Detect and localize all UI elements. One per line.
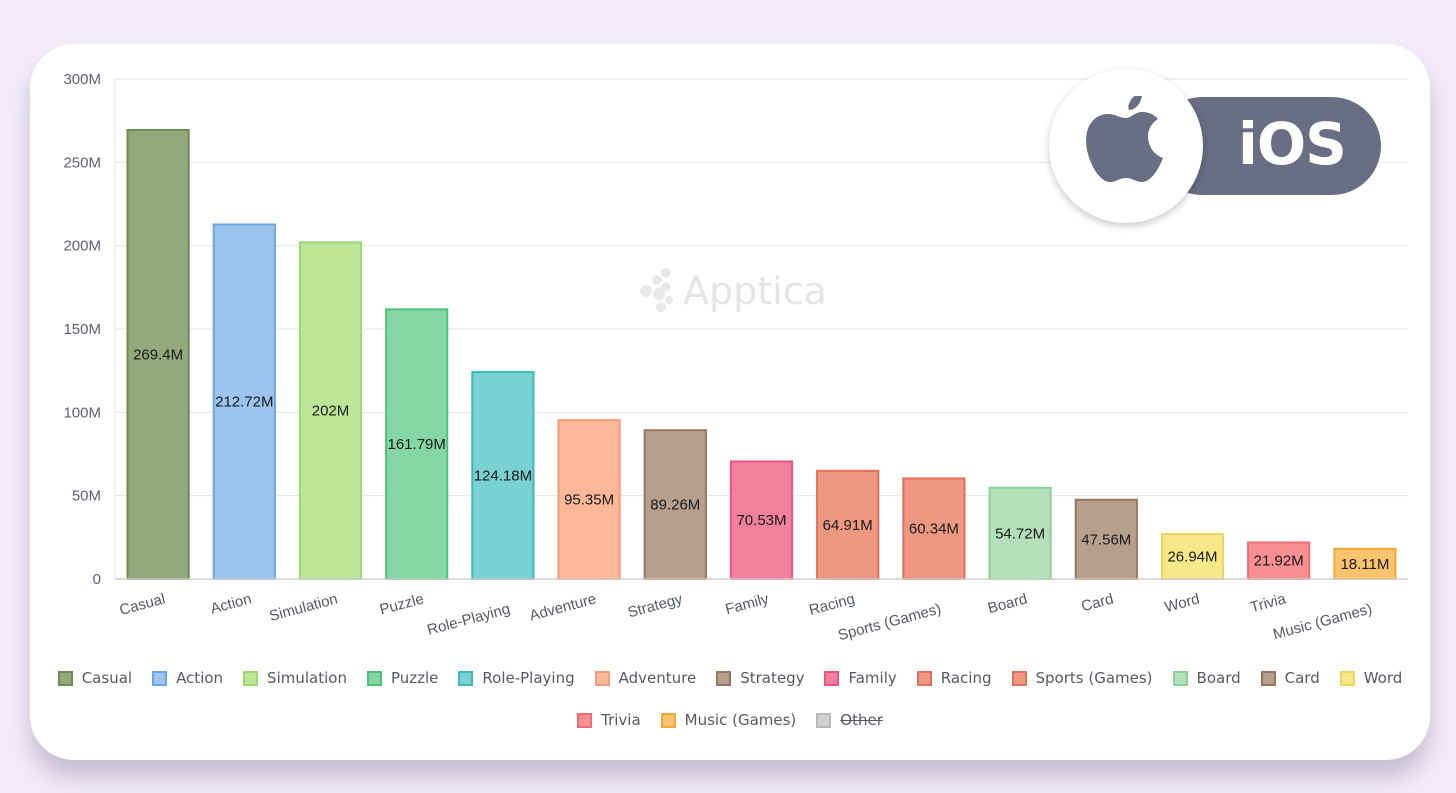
legend-item-family[interactable]: Family xyxy=(824,669,897,687)
apple-icon-circle xyxy=(1049,69,1203,223)
legend-row-1: Casual Action Simulation Puzzle Role-Playing… xyxy=(30,669,1430,687)
legend-label: Action xyxy=(176,669,224,687)
legend-swatch xyxy=(824,670,840,686)
legend-label: Adventure xyxy=(618,669,697,687)
legend-label: Other xyxy=(840,711,883,729)
legend-label: Puzzle xyxy=(390,669,439,687)
apptica-watermark: Apptica xyxy=(640,268,827,313)
x-tick-label: Word xyxy=(1163,590,1202,616)
bar-data-label: 47.56M xyxy=(1081,531,1131,548)
bar-data-label: 18.11M xyxy=(1340,556,1389,573)
legend-item-sports-games[interactable]: Sports (Games) xyxy=(1011,669,1153,687)
x-tick-label: Trivia xyxy=(1248,590,1288,616)
legend-swatch xyxy=(1011,670,1027,686)
bar-data-label: 70.53M xyxy=(736,512,786,529)
legend-label: Music (Games) xyxy=(684,711,797,729)
legend-label: Board xyxy=(1196,669,1241,687)
legend-swatch xyxy=(916,670,932,686)
legend-item-word[interactable]: Word xyxy=(1339,669,1403,687)
legend-label: Trivia xyxy=(601,711,641,729)
legend-label: Casual xyxy=(81,669,133,687)
platform-label: iOS xyxy=(1238,110,1347,178)
legend-swatch xyxy=(577,712,593,728)
legend-swatch xyxy=(1260,670,1276,686)
bar-data-label: 269.4M xyxy=(133,347,183,364)
apple-icon xyxy=(1086,96,1163,182)
x-tick-label: Adventure xyxy=(528,590,598,624)
x-tick-label: Casual xyxy=(118,590,168,619)
legend-swatch xyxy=(1172,670,1188,686)
legend-swatch xyxy=(816,712,832,728)
legend-item-adventure[interactable]: Adventure xyxy=(594,669,697,687)
legend-swatch xyxy=(660,712,676,728)
legend-label: Strategy xyxy=(740,669,805,687)
x-tick-label: Board xyxy=(986,590,1029,617)
legend-label: Family xyxy=(848,669,897,687)
legend-item-action[interactable]: Action xyxy=(152,669,223,687)
legend-label: Card xyxy=(1284,669,1320,687)
y-tick-label: 300M xyxy=(63,71,101,88)
legend-item-music-games[interactable]: Music (Games) xyxy=(660,711,797,729)
legend-item-strategy[interactable]: Strategy xyxy=(716,669,804,687)
legend-label: Sports (Games) xyxy=(1035,669,1153,687)
bar-data-label: 89.26M xyxy=(650,497,700,514)
legend-item-puzzle[interactable]: Puzzle xyxy=(366,669,439,687)
legend-item-simulation[interactable]: Simulation xyxy=(243,669,347,687)
legend-swatch xyxy=(458,670,474,686)
legend-row-2: Trivia Music (Games) Other xyxy=(30,711,1430,729)
bar-data-label: 95.35M xyxy=(564,492,614,509)
x-axis-labels: Casual Action Simulation Puzzle Role-Playing… xyxy=(118,590,1374,644)
legend-item-board[interactable]: Board xyxy=(1172,669,1241,687)
platform-badge: iOS xyxy=(1048,68,1388,224)
legend-swatch xyxy=(243,670,259,686)
y-axis-ticks: 0 50M 100M 150M 200M 250M 300M xyxy=(63,71,101,588)
x-tick-label: Racing xyxy=(807,590,857,619)
x-tick-label: Card xyxy=(1080,590,1116,615)
bar-data-label: 161.79M xyxy=(388,436,446,453)
y-tick-label: 100M xyxy=(63,404,101,421)
bar-data-label: 21.92M xyxy=(1254,553,1304,570)
y-tick-label: 250M xyxy=(63,154,101,171)
legend-swatch xyxy=(716,670,732,686)
bar-data-label: 124.18M xyxy=(474,468,532,485)
x-tick-label: Strategy xyxy=(626,590,685,621)
y-tick-label: 50M xyxy=(72,488,101,505)
bar-data-label: 64.91M xyxy=(823,517,873,534)
y-tick-label: 150M xyxy=(63,321,101,338)
bar-data-label: 202M xyxy=(312,403,350,420)
x-tick-label: Simulation xyxy=(267,590,339,625)
legend-swatch xyxy=(1339,670,1355,686)
bar-data-label: 60.34M xyxy=(909,521,959,538)
legend-swatch xyxy=(366,670,382,686)
legend-swatch xyxy=(152,670,168,686)
legend-swatch xyxy=(594,670,610,686)
legend-label: Simulation xyxy=(267,669,347,687)
legend-label: Racing xyxy=(940,669,992,687)
watermark-text: Apptica xyxy=(683,269,827,313)
bar-data-label: 212.72M xyxy=(215,394,273,411)
legend-label: Word xyxy=(1363,669,1403,687)
legend-item-racing[interactable]: Racing xyxy=(916,669,992,687)
x-tick-label: Action xyxy=(209,590,254,617)
legend-swatch xyxy=(57,670,73,686)
apptica-logo-icon xyxy=(640,268,673,312)
legend-item-card[interactable]: Card xyxy=(1260,669,1320,687)
legend-item-role-playing[interactable]: Role-Playing xyxy=(458,669,575,687)
legend-item-trivia[interactable]: Trivia xyxy=(577,711,641,729)
legend-item-casual[interactable]: Casual xyxy=(57,669,133,687)
legend-label: Role-Playing xyxy=(482,669,575,687)
x-tick-label: Role-Playing xyxy=(425,600,512,638)
bar-data-label: 54.72M xyxy=(995,525,1045,542)
y-tick-label: 0 xyxy=(93,571,101,588)
legend-item-other[interactable]: Other xyxy=(816,711,883,729)
bar-data-label: 26.94M xyxy=(1167,549,1217,566)
y-tick-label: 200M xyxy=(63,238,101,255)
x-tick-label: Family xyxy=(723,590,771,618)
x-tick-label: Puzzle xyxy=(378,590,426,618)
